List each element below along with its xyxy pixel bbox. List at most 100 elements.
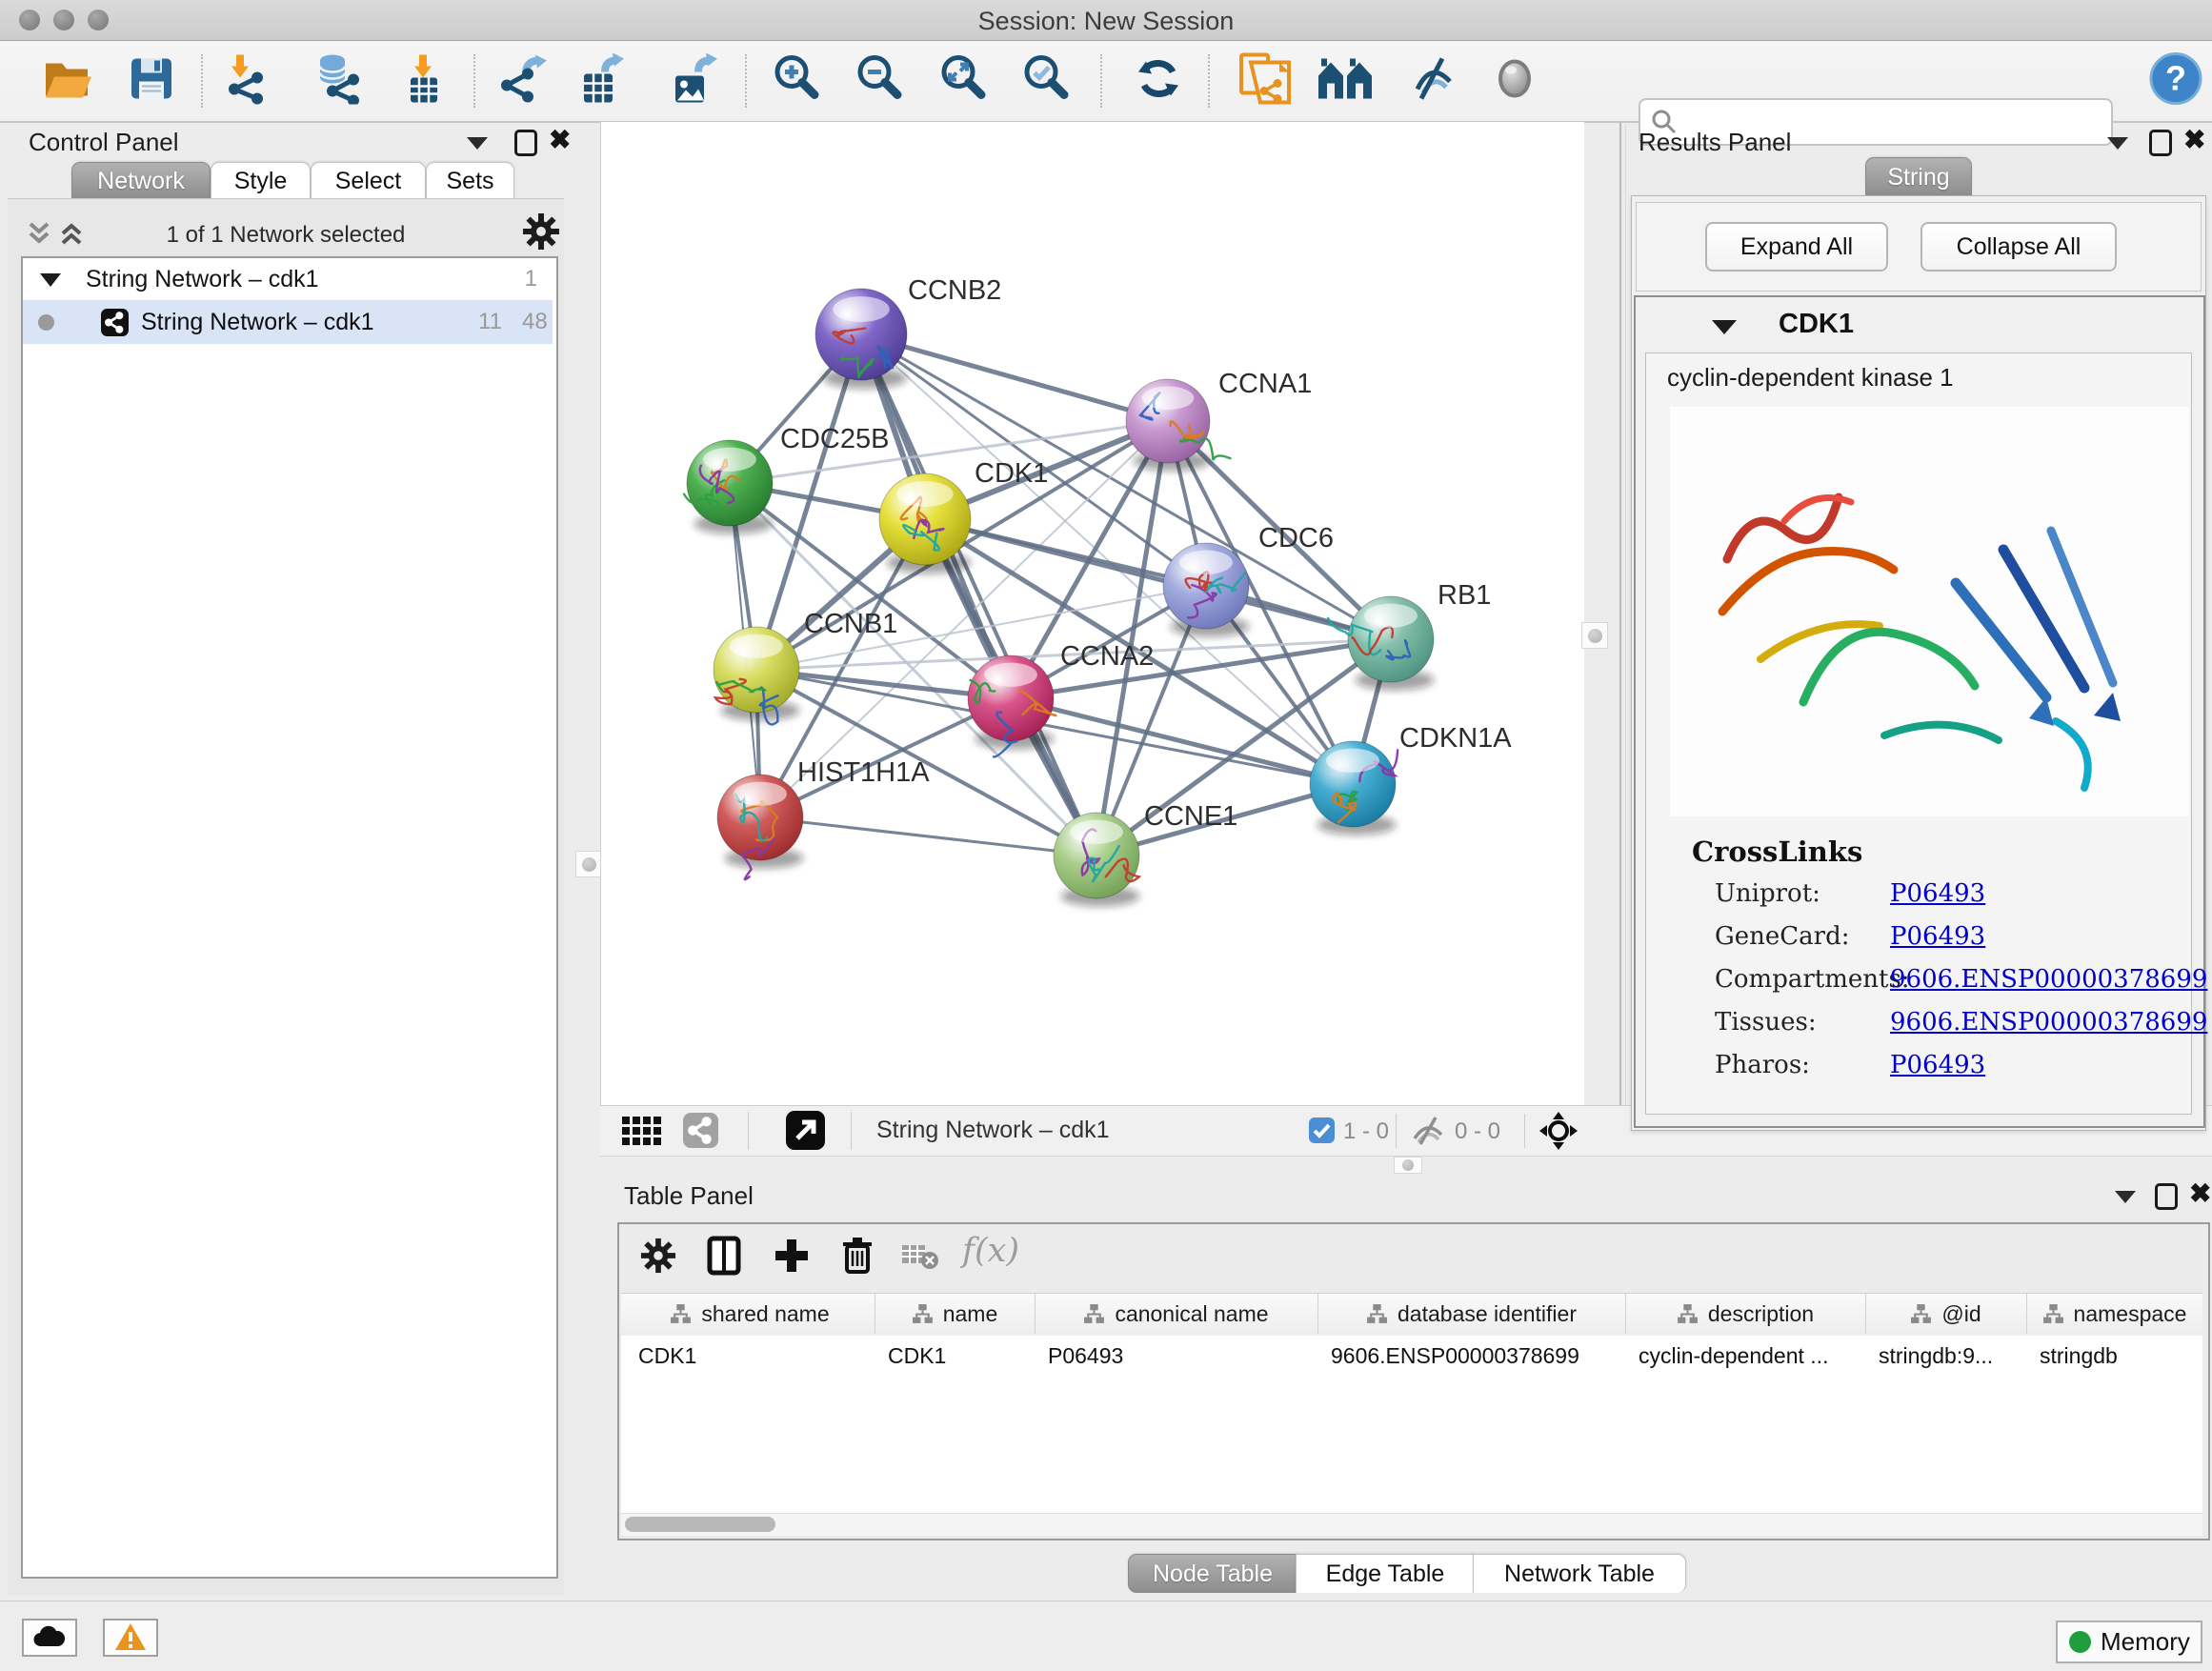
close-panel-icon[interactable]: ✖	[2183, 124, 2205, 155]
column-header-description[interactable]: description	[1625, 1294, 1866, 1334]
warning-status-button[interactable]	[103, 1619, 158, 1657]
network-thumbnail-icon[interactable]	[683, 1113, 718, 1153]
help-icon[interactable]: ?	[2149, 52, 2202, 111]
zoom-in-icon[interactable]	[771, 53, 822, 110]
crosslink-pharos-link[interactable]: P06493	[1890, 1051, 1985, 1079]
title-bar: Session: New Session	[0, 0, 2212, 41]
network-canvas[interactable]: CCNB2CCNA1CDC25BCDK1CDC6RB1CCNB1CCNA2CDK…	[600, 122, 1584, 1105]
network-node-ccnb2[interactable]	[815, 289, 907, 380]
toolbar-separator	[745, 54, 747, 108]
delete-table-icon[interactable]	[901, 1243, 939, 1277]
table-hscrollbar-track[interactable]	[621, 1513, 2202, 1536]
network-options-gear-icon[interactable]	[522, 212, 560, 255]
open-session-icon[interactable]	[41, 54, 92, 109]
import-table-file-icon[interactable]	[397, 53, 449, 110]
hidden-counts: 0 - 0	[1455, 1118, 1500, 1145]
grid-view-icon[interactable]	[622, 1117, 662, 1150]
column-header-id[interactable]: @id	[1865, 1294, 2027, 1334]
node-details-expander-icon[interactable]	[1712, 320, 1737, 334]
crosslink-uniprot-link[interactable]: P06493	[1890, 879, 1985, 908]
add-column-icon[interactable]	[774, 1236, 810, 1280]
birds-eye-view-icon[interactable]	[1538, 1111, 1579, 1156]
tab-node-table[interactable]: Node Table	[1128, 1554, 1297, 1593]
right-splitter-handle[interactable]	[1581, 622, 1608, 649]
cloud-status-button[interactable]	[22, 1619, 77, 1657]
tab-network[interactable]: Network	[71, 162, 211, 199]
tab-select[interactable]: Select	[311, 162, 426, 199]
table-row-cell[interactable]: stringdb	[2026, 1336, 2202, 1376]
refresh-icon[interactable]	[1133, 53, 1184, 110]
tab-style[interactable]: Style	[211, 162, 311, 199]
show-columns-icon[interactable]	[707, 1236, 741, 1280]
detach-view-icon[interactable]	[786, 1111, 825, 1155]
collapse-panel-icon[interactable]	[467, 137, 488, 154]
tree-expander-icon[interactable]	[40, 273, 61, 287]
network-edge[interactable]	[760, 817, 1096, 856]
column-header-database-identifier[interactable]: database identifier	[1317, 1294, 1626, 1334]
network-node-ccna1[interactable]	[1126, 379, 1231, 463]
table-row-cell[interactable]: CDK1	[625, 1336, 875, 1376]
column-header-canonical-name[interactable]: canonical name	[1035, 1294, 1318, 1334]
network-node-ccne1[interactable]	[1054, 813, 1139, 898]
network-node-rb1[interactable]	[1328, 596, 1434, 682]
table-row-cell[interactable]: CDK1	[875, 1336, 1035, 1376]
crosslink-genecard-link[interactable]: P06493	[1890, 922, 1985, 951]
network-node-cdkn1a[interactable]	[1310, 741, 1398, 827]
column-header-shared-name[interactable]: shared name	[625, 1294, 875, 1334]
zoom-fit-icon[interactable]	[937, 53, 989, 110]
left-splitter-handle[interactable]	[575, 851, 602, 877]
show-glass-icon[interactable]	[1489, 53, 1540, 110]
delete-column-icon[interactable]	[840, 1235, 875, 1280]
import-network-database-icon[interactable]	[312, 53, 365, 110]
tab-sets[interactable]: Sets	[426, 162, 514, 199]
table-row-cell[interactable]: 9606.ENSP00000378699	[1317, 1336, 1625, 1376]
tab-network-table[interactable]: Network Table	[1473, 1554, 1686, 1593]
network-node-cdc25b[interactable]	[684, 440, 773, 526]
collapse-all-button[interactable]: Collapse All	[1920, 222, 2117, 272]
close-panel-icon[interactable]: ✖	[2189, 1178, 2211, 1209]
window-title: Session: New Session	[0, 7, 2212, 36]
network-node-cdc6[interactable]	[1163, 543, 1249, 629]
table-options-gear-icon[interactable]	[640, 1238, 676, 1278]
crosslink-tissues-link[interactable]: 9606.ENSP00000378699	[1890, 1008, 2207, 1037]
table-row-cell[interactable]: P06493	[1035, 1336, 1317, 1376]
collapse-panel-icon[interactable]	[2115, 1191, 2136, 1208]
zoom-selected-icon[interactable]	[1020, 53, 1072, 110]
zoom-out-icon[interactable]	[854, 53, 905, 110]
save-session-icon[interactable]	[127, 54, 176, 109]
protein-details: cyclin-dependent kinase 1	[1645, 352, 2192, 1115]
float-panel-icon[interactable]	[514, 130, 537, 161]
network-from-clipboard-icon[interactable]	[1237, 51, 1291, 111]
cloud-icon	[32, 1625, 67, 1648]
horizontal-splitter-handle[interactable]	[1394, 1157, 1422, 1174]
export-image-icon[interactable]	[668, 53, 719, 110]
selected-nodes-checkbox[interactable]	[1309, 1117, 1335, 1143]
function-builder-icon[interactable]: f(x)	[962, 1232, 1019, 1270]
export-network-icon[interactable]	[499, 53, 551, 110]
float-panel-icon[interactable]	[2149, 130, 2172, 161]
network-edge[interactable]	[1011, 698, 1353, 784]
hide-glass-icon[interactable]	[1408, 53, 1459, 110]
network-row-selected[interactable]: String Network – cdk1 11 48	[23, 300, 553, 344]
string-home-icon[interactable]	[1316, 55, 1375, 108]
memory-button[interactable]: Memory	[2056, 1621, 2202, 1663]
collapse-panel-icon[interactable]	[2107, 137, 2128, 154]
network-collection-row[interactable]: String Network – cdk1 1	[23, 260, 553, 300]
crosslink-compartments-link[interactable]: 9606.ENSP00000378699	[1890, 965, 2207, 994]
export-table-icon[interactable]	[576, 53, 628, 110]
column-header-namespace[interactable]: namespace	[2026, 1294, 2202, 1334]
column-header-name[interactable]: name	[875, 1294, 1036, 1334]
table-hscrollbar-thumb[interactable]	[625, 1517, 775, 1532]
network-node-label: RB1	[1438, 580, 1491, 611]
table-row-cell[interactable]: cyclin-dependent ...	[1625, 1336, 1865, 1376]
tab-string[interactable]: String	[1865, 157, 1972, 196]
table-row-cell[interactable]: stringdb:9...	[1865, 1336, 2026, 1376]
hidden-elements-icon[interactable]	[1410, 1116, 1446, 1151]
expand-all-button[interactable]: Expand All	[1705, 222, 1888, 272]
import-network-file-icon[interactable]	[221, 53, 272, 110]
results-panel-title: Results Panel	[1639, 128, 1791, 157]
close-panel-icon[interactable]: ✖	[549, 124, 571, 155]
float-panel-icon[interactable]	[2155, 1183, 2178, 1215]
network-node-cdk1[interactable]	[879, 473, 971, 565]
tab-edge-table[interactable]: Edge Table	[1296, 1554, 1475, 1593]
